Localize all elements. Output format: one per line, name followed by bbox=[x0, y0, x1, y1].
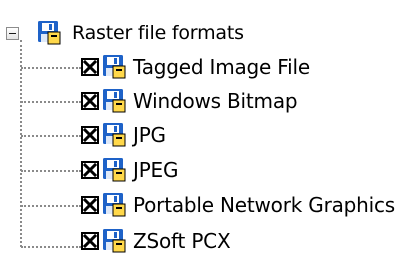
file-format-tree: Raster file formats Tagged Image File Wi… bbox=[0, 0, 404, 256]
save-disk-icon bbox=[103, 193, 126, 217]
tree-item-jpg[interactable]: JPG bbox=[81, 120, 166, 150]
tree-node-raster-file-formats[interactable]: Raster file formats bbox=[36, 18, 244, 48]
tree-item-label: Windows Bitmap bbox=[133, 89, 298, 113]
save-disk-icon bbox=[103, 229, 126, 253]
tree-item-label: JPG bbox=[133, 123, 166, 147]
tree-connector-line bbox=[21, 205, 81, 207]
tree-node-label: Raster file formats bbox=[72, 22, 244, 44]
save-disk-icon bbox=[103, 55, 126, 79]
tree-item-portable-network-graphics[interactable]: Portable Network Graphics bbox=[81, 190, 395, 220]
tree-connector-line bbox=[20, 40, 22, 247]
tree-item-label: Tagged Image File bbox=[133, 55, 310, 79]
checkbox-checked[interactable] bbox=[81, 126, 99, 144]
checkbox-checked[interactable] bbox=[81, 196, 99, 214]
tree-connector-line bbox=[21, 101, 81, 103]
tree-item-tagged-image-file[interactable]: Tagged Image File bbox=[81, 52, 310, 82]
tree-item-label: Portable Network Graphics bbox=[133, 193, 396, 217]
collapse-toggle[interactable] bbox=[6, 27, 19, 40]
tree-connector-line bbox=[21, 135, 81, 137]
save-disk-icon bbox=[103, 89, 126, 113]
checkbox-checked[interactable] bbox=[81, 92, 99, 110]
tree-item-label: JPEG bbox=[133, 158, 179, 182]
checkbox-checked[interactable] bbox=[81, 161, 99, 179]
checkbox-checked[interactable] bbox=[81, 58, 99, 76]
tree-connector-line bbox=[21, 246, 81, 248]
save-disk-icon bbox=[103, 158, 126, 182]
tree-item-jpeg[interactable]: JPEG bbox=[81, 155, 178, 185]
tree-connector-line bbox=[21, 67, 81, 69]
tree-item-windows-bitmap[interactable]: Windows Bitmap bbox=[81, 86, 298, 116]
checkbox-checked[interactable] bbox=[81, 232, 99, 250]
save-disk-icon bbox=[103, 123, 126, 147]
save-disk-icon bbox=[38, 21, 61, 45]
tree-connector-line bbox=[21, 170, 81, 172]
tree-item-label: ZSoft PCX bbox=[133, 229, 231, 253]
tree-item-zsoft-pcx[interactable]: ZSoft PCX bbox=[81, 226, 231, 256]
